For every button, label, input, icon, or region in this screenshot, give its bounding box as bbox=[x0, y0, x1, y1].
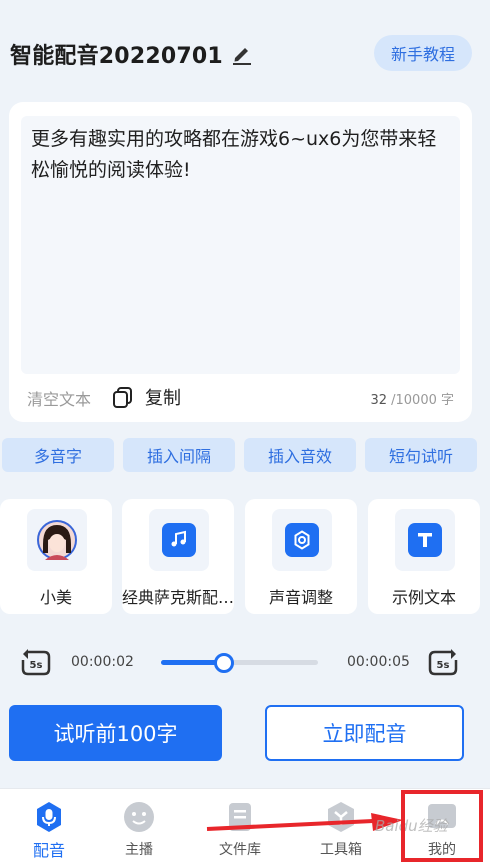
tab-dubbing[interactable]: 配音 bbox=[0, 789, 98, 864]
text-editor-card: 更多有趣实用的攻略都在游戏6~ux6为您带来轻松愉悦的阅读体验! 清空文本 复制… bbox=[9, 102, 472, 422]
char-limit: /10000 字 bbox=[391, 393, 454, 408]
avatar-thumb bbox=[27, 509, 87, 571]
voice-anchor-card[interactable]: 小美 bbox=[0, 499, 112, 614]
forward-skip-label: 5s bbox=[437, 660, 450, 671]
voice-settings-row: 小美 经典萨克斯配… 声音调整 示例文本 bbox=[0, 499, 490, 614]
progress-slider[interactable] bbox=[161, 653, 318, 673]
tab-label: 配音 bbox=[32, 841, 65, 860]
forward-5s-icon[interactable]: 5s bbox=[426, 646, 460, 680]
tab-label: 文件库 bbox=[219, 842, 261, 858]
text-t-icon bbox=[408, 523, 442, 557]
card-label: 经典萨克斯配… bbox=[122, 588, 234, 607]
background-music-card[interactable]: 经典萨克斯配… bbox=[122, 499, 234, 614]
music-thumb bbox=[149, 509, 209, 571]
progress-thumb[interactable] bbox=[213, 653, 234, 673]
title-row: 智能配音20220701 bbox=[10, 38, 253, 70]
char-count: 32 bbox=[370, 393, 387, 408]
preview-100-chars-button[interactable]: 试听前100字 bbox=[9, 705, 222, 761]
avatar-icon bbox=[37, 520, 77, 560]
sample-text-card[interactable]: 示例文本 bbox=[368, 499, 480, 614]
header: 智能配音20220701 新手教程 bbox=[0, 0, 490, 100]
rewind-skip-label: 5s bbox=[30, 660, 43, 671]
card-label: 小美 bbox=[39, 588, 72, 607]
audio-player: 5s 00:00:02 00:00:05 5s bbox=[0, 644, 490, 680]
text-input-area[interactable]: 更多有趣实用的攻略都在游戏6~ux6为您带来轻松愉悦的阅读体验! bbox=[21, 116, 460, 374]
edit-pencil-icon[interactable] bbox=[231, 43, 253, 65]
page-title: 智能配音20220701 bbox=[10, 44, 223, 69]
beginner-guide-button[interactable]: 新手教程 bbox=[374, 35, 472, 71]
sentence-preview-chip[interactable]: 短句试听 bbox=[365, 438, 477, 472]
polyphone-chip[interactable]: 多音字 bbox=[2, 438, 114, 472]
voice-adjust-card[interactable]: 声音调整 bbox=[245, 499, 357, 614]
tab-label: 工具箱 bbox=[320, 842, 362, 858]
music-note-icon bbox=[162, 523, 196, 557]
sample-thumb bbox=[395, 509, 455, 571]
card-label: 示例文本 bbox=[391, 588, 456, 607]
copy-button[interactable]: 复制 bbox=[111, 384, 181, 410]
tab-label: 主播 bbox=[125, 842, 153, 858]
microphone-icon bbox=[37, 802, 61, 832]
dub-now-button[interactable]: 立即配音 bbox=[265, 705, 464, 761]
insert-sound-effect-chip[interactable]: 插入音效 bbox=[244, 438, 356, 472]
clear-text-button[interactable]: 清空文本 bbox=[27, 386, 91, 410]
smiley-icon bbox=[124, 802, 154, 832]
copy-icon bbox=[111, 385, 135, 409]
tab-anchors[interactable]: 主播 bbox=[90, 789, 188, 864]
rewind-5s-icon[interactable]: 5s bbox=[19, 646, 53, 680]
card-label: 声音调整 bbox=[268, 588, 333, 607]
adjust-thumb bbox=[272, 509, 332, 571]
copy-label: 复制 bbox=[145, 388, 181, 409]
annotation-highlight-box bbox=[401, 790, 483, 862]
total-time: 00:00:05 bbox=[347, 654, 410, 670]
insert-pause-chip[interactable]: 插入间隔 bbox=[123, 438, 235, 472]
settings-gear-icon bbox=[285, 523, 319, 557]
editing-tools-row: 多音字 插入间隔 插入音效 短句试听 bbox=[0, 438, 490, 474]
current-time: 00:00:02 bbox=[71, 654, 134, 670]
editor-text[interactable]: 更多有趣实用的攻略都在游戏6~ux6为您带来轻松愉悦的阅读体验! bbox=[31, 124, 450, 186]
char-counter: 32 /10000 字 bbox=[370, 389, 454, 408]
